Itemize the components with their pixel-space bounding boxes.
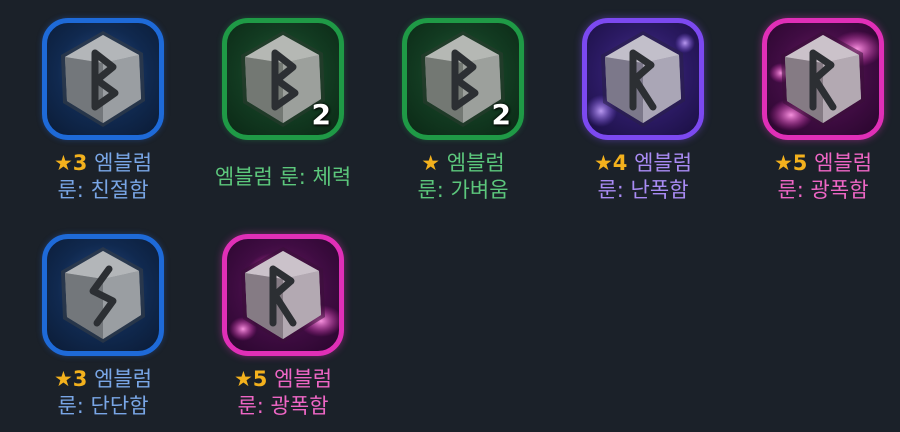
item-label-line2: 룬: 난폭함 xyxy=(597,178,689,202)
star-icon: ★ xyxy=(53,151,73,175)
item-count: 2 xyxy=(491,98,511,131)
inventory-item[interactable]: ★5 엠블럼 룬: 광폭함 xyxy=(180,216,360,432)
rune-r-icon xyxy=(601,31,685,127)
item-label-line2: 룬: 광폭함 xyxy=(777,178,869,202)
inventory-item[interactable]: 2 엠블럼 룬: 체력 xyxy=(180,0,360,216)
item-label-line1: ★3 엠블럼 xyxy=(0,366,206,392)
star-count: 4 xyxy=(612,151,628,175)
item-type: 엠블럼 xyxy=(634,151,693,175)
star-count: 3 xyxy=(72,367,88,391)
star-count: 5 xyxy=(792,151,808,175)
star-icon: ★ xyxy=(773,151,793,175)
inventory-item[interactable]: ★5 엠블럼 룬: 광폭함 xyxy=(720,0,900,216)
item-slot[interactable]: 2 xyxy=(222,18,344,140)
item-label-line1: ★5 엠블럼 xyxy=(180,366,386,392)
item-type: 엠블럼 xyxy=(274,367,333,391)
item-label-line2: 룬: 광폭함 xyxy=(237,394,329,418)
item-label-line1: ★3 엠블럼 xyxy=(0,150,206,176)
inventory-item[interactable]: ★3 엠블럼 룬: 단단함 xyxy=(0,216,180,432)
rune-r-icon xyxy=(241,247,325,343)
item-label-line1: 엠블럼 룬: 체력 xyxy=(214,165,352,189)
star-icon: ★ xyxy=(53,367,73,391)
star-count: 3 xyxy=(72,151,88,175)
item-slot[interactable] xyxy=(762,18,884,140)
rune-r-icon xyxy=(781,31,865,127)
item-type: 엠블럼 xyxy=(446,151,505,175)
inventory-item[interactable]: ★4 엠블럼 룬: 난폭함 xyxy=(540,0,720,216)
item-slot[interactable] xyxy=(42,234,164,356)
item-label-line2: 룬: 가벼움 xyxy=(417,178,509,202)
item-slot[interactable]: 2 xyxy=(402,18,524,140)
star-icon: ★ xyxy=(233,367,253,391)
item-slot[interactable] xyxy=(42,18,164,140)
item-label-line1: ★5 엠블럼 xyxy=(720,150,900,176)
item-type: 엠블럼 xyxy=(94,151,153,175)
inventory-item[interactable]: ★3 엠블럼 룬: 친절함 xyxy=(0,0,180,216)
item-count: 2 xyxy=(311,98,331,131)
item-type: 엠블럼 xyxy=(94,367,153,391)
rune-sowilo-icon xyxy=(61,247,145,343)
star-icon: ★ xyxy=(421,151,441,175)
item-slot[interactable] xyxy=(582,18,704,140)
item-label-line1: ★4 엠블럼 xyxy=(540,150,746,176)
item-label-line1: ★ 엠블럼 xyxy=(360,150,566,176)
item-label-line2: 룬: 친절함 xyxy=(57,178,149,202)
item-type: 엠블럼 xyxy=(814,151,873,175)
rune-b-icon xyxy=(61,31,145,127)
item-label-line2: 룬: 단단함 xyxy=(57,394,149,418)
star-count: 5 xyxy=(252,367,268,391)
inventory-item[interactable]: 2 ★ 엠블럼 룬: 가벼움 xyxy=(360,0,540,216)
inventory-grid: ★3 엠블럼 룬: 친절함 2 엠블럼 룬: 체력 2 ★ 엠블럼 룬: 가벼움… xyxy=(0,0,900,432)
star-icon: ★ xyxy=(593,151,613,175)
item-slot[interactable] xyxy=(222,234,344,356)
